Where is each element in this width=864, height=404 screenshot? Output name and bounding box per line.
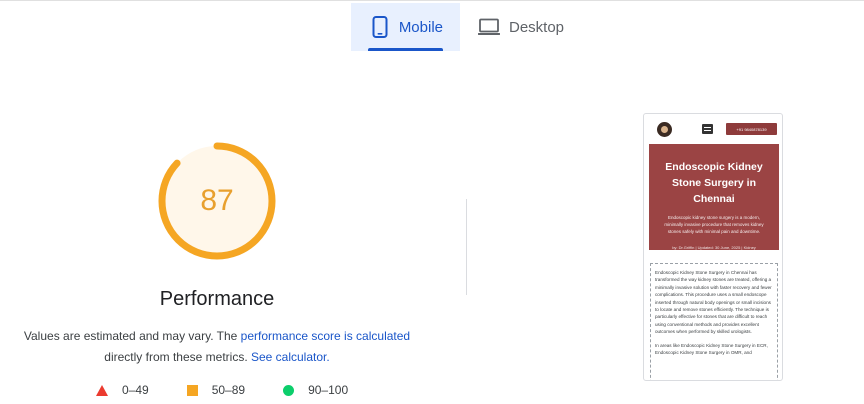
vertical-divider (466, 199, 467, 295)
smartphone-icon (370, 16, 390, 38)
square-icon (186, 384, 198, 396)
tab-mobile-label: Mobile (398, 18, 443, 36)
preview-paragraph: In areas like Endoscopic Kidney Stone Su… (655, 342, 768, 356)
monitor-icon (478, 16, 500, 38)
desc-middle: directly from these metrics. (104, 350, 251, 364)
hamburger-menu-icon (702, 124, 713, 134)
preview-call-button: +91 9840878139 (726, 123, 777, 135)
desc-prefix: Values are estimated and may vary. The (23, 329, 241, 343)
triangle-icon (96, 384, 108, 396)
see-calculator-link[interactable]: See calculator. (251, 350, 330, 364)
legend-item-average: 50–89 (186, 383, 246, 397)
circle-icon (283, 384, 295, 396)
device-tabs: Mobile Desktop (351, 3, 581, 51)
page-screenshot-preview[interactable]: +91 9840878139 Endoscopic Kidney Stone S… (643, 113, 783, 381)
performance-score: 87 (200, 184, 234, 217)
legend-item-fail: 0–49 (96, 383, 149, 397)
tab-desktop-label: Desktop (509, 18, 565, 36)
performance-title: Performance (159, 288, 275, 310)
preview-hero: Endoscopic Kidney Stone Surgery in Chenn… (649, 144, 779, 250)
site-logo-icon (657, 122, 672, 137)
preview-hero-meta: by: Dr.Griffin | Updated: 30 June, 2025 … (672, 245, 756, 250)
performance-gauge: 87 (157, 141, 277, 261)
score-legend: 0–49 50–89 90–100 (96, 383, 348, 397)
preview-body-text: Endoscopic Kidney Stone Surgery in Chenn… (650, 263, 778, 380)
performance-description: Values are estimated and may vary. The p… (0, 326, 434, 368)
preview-navbar: +91 9840878139 (644, 114, 782, 144)
top-border (0, 0, 864, 1)
legend-range: 50–89 (211, 383, 246, 397)
legend-range: 0–49 (122, 383, 149, 397)
legend-range: 90–100 (308, 383, 349, 397)
preview-hero-subtitle: Endoscopic kidney stone surgery is a mod… (664, 215, 764, 234)
tab-mobile[interactable]: Mobile (351, 3, 460, 51)
preview-hero-title: Endoscopic Kidney Stone Surgery in Chenn… (665, 161, 763, 205)
tab-desktop[interactable]: Desktop (460, 3, 581, 51)
legend-item-pass: 90–100 (283, 383, 348, 397)
performance-score-link[interactable]: performance score is calculated (241, 329, 410, 343)
preview-paragraph: Endoscopic Kidney Stone Surgery in Chenn… (655, 270, 772, 335)
